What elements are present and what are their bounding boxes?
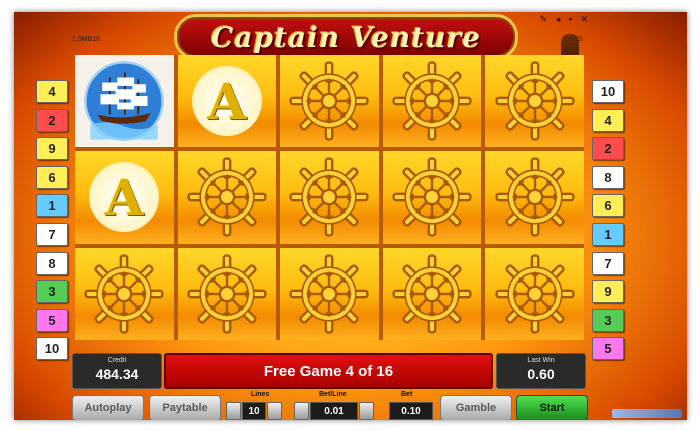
reel-cell [280,151,379,244]
reel-cell: A [177,55,277,148]
ship-wheel-icon [289,254,369,334]
bet-line-decrease-button[interactable] [294,402,309,420]
reel-cell: A [75,151,174,244]
reel-cell [382,55,482,148]
reel-cell [177,247,277,340]
game-message: Free Game 4 of 16 [164,353,493,389]
reel-cell [280,55,379,148]
payline-badge-right: 1 [592,222,624,246]
game-title: Captain Venture [210,20,481,54]
payline-badge-right: 8 [592,165,624,189]
bet-value: 0.10 [389,402,433,420]
reel-cell [280,247,379,340]
ship-wheel-icon [187,254,267,334]
bet-line-increase-button[interactable] [359,402,374,420]
payline-badge-right: 5 [592,337,624,361]
reel-grid: AA [75,55,584,340]
reel-cell [485,151,584,244]
bet-per-line-value: 0.01 [310,402,358,420]
game-window: 1.5MB16 0/25 ✎ ◂ ▪ ✕ Captain Venture 429… [14,12,687,420]
autoplay-button[interactable]: Autoplay [72,395,144,420]
reel-cell [75,247,174,340]
ship-wheel-icon [392,61,472,141]
payline-badge-left: 8 [36,251,68,275]
payline-badge-left: 5 [36,308,68,332]
payline-badge-left: 10 [36,337,68,361]
ship-wheel-icon [495,157,575,237]
lines-label: Lines [251,391,270,398]
reel-cell [485,55,584,148]
ship-wheel-icon [495,254,575,334]
ship-icon [82,59,166,143]
ship-wheel-icon [84,254,164,334]
reel-cell [485,247,584,340]
last-win-label: Last Win [527,357,555,364]
lines-value: 10 [242,402,266,420]
payline-badge-left: 7 [36,222,68,246]
payline-indicators-left: 4 2 9 6 1 7 8 3 5 10 [36,80,68,366]
payline-badge-left: 6 [36,165,68,189]
payline-badge-right: 9 [592,280,624,304]
last-win-display: Last Win 0.60 [496,353,586,389]
game-title-logo: Captain Venture [174,14,518,60]
payline-badge-right: 2 [592,137,624,161]
gamble-button[interactable]: Gamble [440,395,512,420]
payline-badge-left: 9 [36,137,68,161]
payline-badge-left: 3 [36,280,68,304]
lines-decrease-button[interactable] [226,402,241,420]
payline-badge-right: 3 [592,308,624,332]
ship-wheel-icon [495,61,575,141]
provider-logo [612,409,682,418]
ship-wheel-icon [187,157,267,237]
reel-cell [177,151,277,244]
payline-indicators-right: 10 4 2 8 6 1 7 9 3 5 [592,80,624,366]
reel-cell [382,247,482,340]
lines-increase-button[interactable] [267,402,282,420]
payline-badge-right: 6 [592,194,624,218]
payline-badge-right: 7 [592,251,624,275]
a-letter-icon: A [89,162,160,233]
ship-wheel-icon [392,157,472,237]
credit-label: Credit [107,357,127,364]
a-letter: A [207,71,247,131]
ship-wheel-icon [289,61,369,141]
reel-cell [75,55,174,148]
ship-silhouette-icon [561,34,579,56]
paytable-button[interactable]: Paytable [149,395,221,420]
ship-wheel-icon [392,254,472,334]
bet-per-line-label: Bet/Line [319,391,347,398]
system-icons[interactable]: ✎ ◂ ▪ ✕ [540,14,591,25]
credit-display: Credit 484.34 [72,353,162,389]
a-letter: A [104,167,144,227]
bet-label: Bet [401,391,413,398]
payline-badge-left: 4 [36,80,68,103]
credit-value: 484.34 [95,366,139,382]
payline-badge-right: 4 [592,108,624,132]
payline-badge-left: 2 [36,108,68,132]
payline-badge-left: 1 [36,194,68,218]
ship-wheel-icon [289,157,369,237]
last-win-value: 0.60 [527,366,555,382]
top-left-readout: 1.5MB16 [72,36,101,43]
a-letter-icon: A [191,66,262,137]
payline-badge-right: 10 [592,80,624,103]
reel-cell [382,151,482,244]
start-button[interactable]: Start [516,395,588,420]
